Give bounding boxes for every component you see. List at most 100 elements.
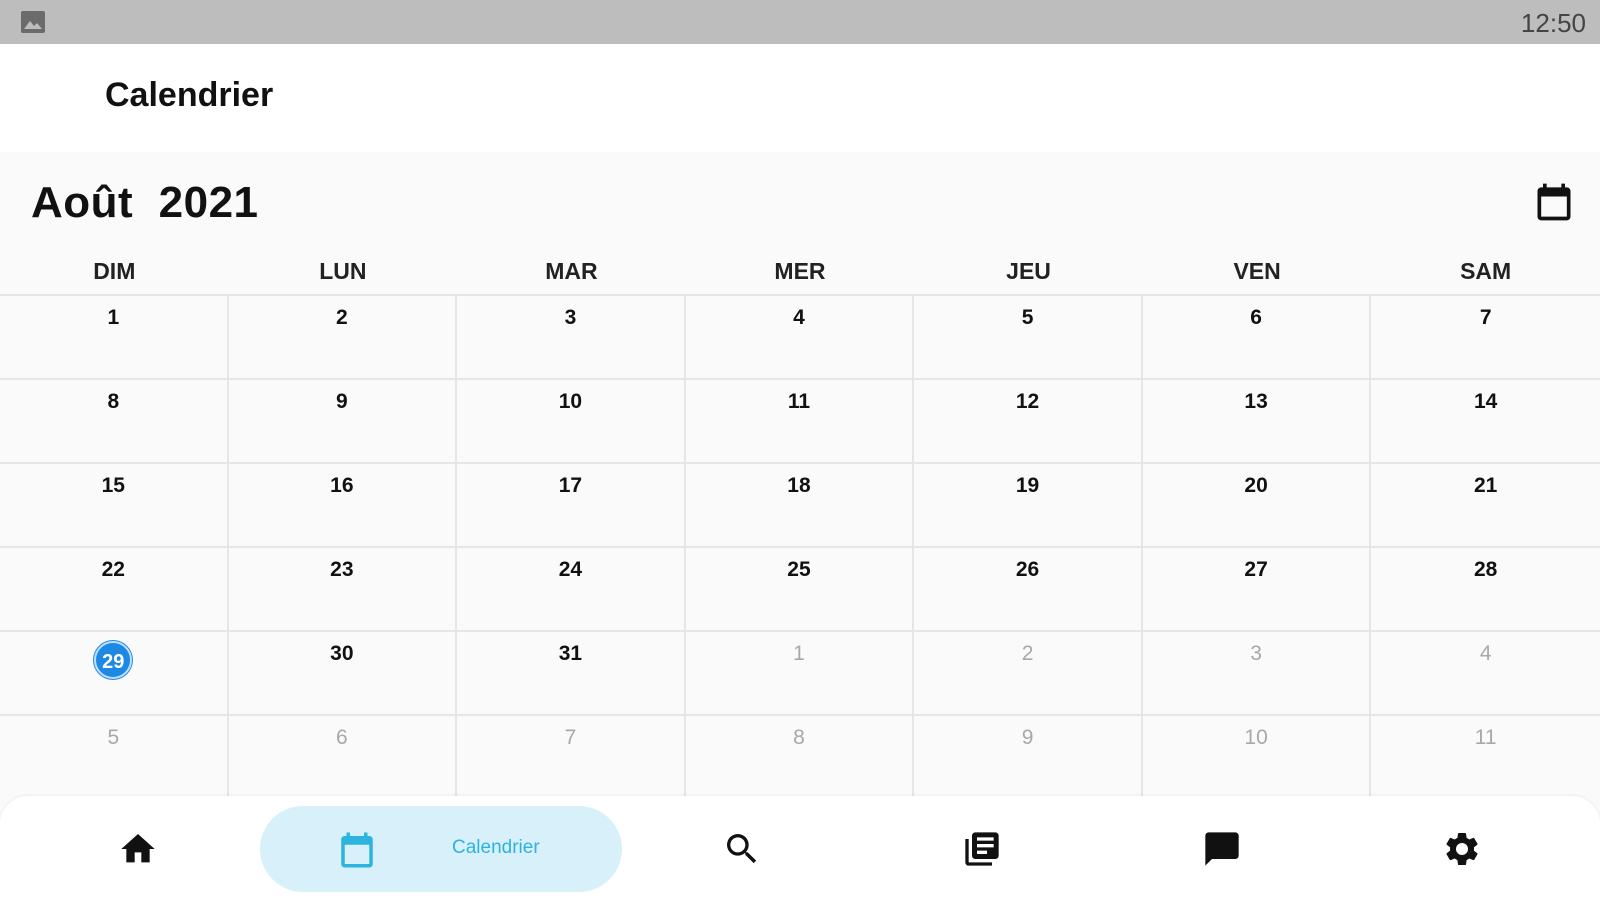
day-cell[interactable]: 27 xyxy=(1143,548,1372,630)
day-number: 28 xyxy=(1473,558,1498,581)
weekday-label: DIM xyxy=(93,258,136,284)
day-cell-other-month[interactable]: 5 xyxy=(0,716,229,800)
library-icon xyxy=(965,832,999,866)
chat-icon xyxy=(1205,832,1239,866)
nav-messages[interactable] xyxy=(1182,806,1262,892)
day-number: 7 xyxy=(564,726,577,749)
day-number: 26 xyxy=(1015,558,1040,581)
home-icon xyxy=(121,834,155,863)
calendar-icon xyxy=(341,832,373,868)
week-row: 1 2 3 4 5 6 7 xyxy=(0,296,1600,380)
day-cell[interactable]: 5 xyxy=(914,296,1143,378)
day-number: 21 xyxy=(1473,474,1498,497)
day-cell[interactable]: 3 xyxy=(457,296,686,378)
day-cell[interactable]: 31 xyxy=(457,632,686,714)
status-time: 12:50 xyxy=(1520,8,1586,38)
week-row: 5 6 7 8 9 10 11 xyxy=(0,716,1600,800)
day-cell-other-month[interactable]: 9 xyxy=(914,716,1143,800)
day-cell[interactable]: 1 xyxy=(0,296,229,378)
day-cell[interactable]: 17 xyxy=(457,464,686,546)
day-number: 4 xyxy=(1479,642,1492,665)
day-number: 2 xyxy=(1021,642,1034,665)
day-number: 6 xyxy=(336,726,348,749)
day-cell[interactable]: 21 xyxy=(1371,464,1600,546)
day-number: 24 xyxy=(558,558,583,581)
day-number: 14 xyxy=(1473,390,1498,413)
page-title: Calendrier xyxy=(105,76,274,114)
day-cell[interactable]: 7 xyxy=(1371,296,1600,378)
bottom-navigation: Calendrier xyxy=(0,796,1600,900)
weekday-label: SAM xyxy=(1460,258,1512,284)
weekday-header-row: DIM LUN MAR MER JEU VEN SAM xyxy=(0,248,1600,294)
calendar-icon[interactable] xyxy=(1532,180,1576,224)
week-row: 15 16 17 18 19 20 21 xyxy=(0,464,1600,548)
day-number: 3 xyxy=(564,306,577,329)
day-cell[interactable]: 22 xyxy=(0,548,229,630)
day-cell[interactable]: 14 xyxy=(1371,380,1600,462)
month-title[interactable]: Août 2021 xyxy=(31,178,259,228)
weekday-label: LUN xyxy=(319,258,367,284)
day-cell[interactable]: 6 xyxy=(1143,296,1372,378)
day-cell[interactable]: 8 xyxy=(0,380,229,462)
day-cell[interactable]: 25 xyxy=(686,548,915,630)
day-number: 11 xyxy=(1474,726,1497,749)
day-number: 1 xyxy=(107,306,120,329)
week-row: 8 9 10 11 12 13 14 xyxy=(0,380,1600,464)
day-cell[interactable]: 20 xyxy=(1143,464,1372,546)
weekday-label: MAR xyxy=(545,258,598,284)
day-cell[interactable]: 13 xyxy=(1143,380,1372,462)
day-number: 27 xyxy=(1244,558,1268,581)
day-cell-other-month[interactable]: 10 xyxy=(1143,716,1372,800)
day-cell[interactable]: 12 xyxy=(914,380,1143,462)
day-cell-other-month[interactable]: 11 xyxy=(1371,716,1600,800)
day-number: 4 xyxy=(793,306,805,329)
day-number: 15 xyxy=(101,474,125,497)
day-cell[interactable]: 18 xyxy=(686,464,915,546)
day-cell[interactable]: 26 xyxy=(914,548,1143,630)
day-cell[interactable]: 30 xyxy=(229,632,458,714)
day-number: 16 xyxy=(330,474,354,497)
day-cell-other-month[interactable]: 1 xyxy=(686,632,915,714)
week-row: 29 30 31 1 2 3 4 xyxy=(0,632,1600,716)
day-number: 23 xyxy=(330,558,354,581)
day-number: 3 xyxy=(1250,642,1262,665)
day-cell[interactable]: 10 xyxy=(457,380,686,462)
day-cell-other-month[interactable]: 4 xyxy=(1371,632,1600,714)
nav-calendar[interactable]: Calendrier xyxy=(260,806,622,892)
day-number: 2 xyxy=(336,306,348,329)
day-number: 22 xyxy=(101,558,125,581)
day-cell[interactable]: 24 xyxy=(457,548,686,630)
day-number: 8 xyxy=(793,726,805,749)
day-number: 13 xyxy=(1244,390,1268,413)
day-cell[interactable]: 15 xyxy=(0,464,229,546)
weekday-label: JEU xyxy=(1006,258,1051,284)
day-cell-other-month[interactable]: 2 xyxy=(914,632,1143,714)
day-cell-other-month[interactable]: 8 xyxy=(686,716,915,800)
nav-home[interactable] xyxy=(98,806,178,892)
search-icon xyxy=(727,834,757,864)
day-cell[interactable]: 11 xyxy=(686,380,915,462)
weekday-label: MER xyxy=(774,258,826,284)
day-number: 20 xyxy=(1244,474,1268,497)
nav-search[interactable] xyxy=(702,806,782,892)
nav-settings[interactable] xyxy=(1422,806,1502,892)
day-number: 9 xyxy=(1021,726,1034,749)
day-number: 9 xyxy=(336,390,348,413)
day-cell-other-month[interactable]: 7 xyxy=(457,716,686,800)
app-root: 12:50 Calendrier Août 2021 DIM LUN MAR MER J… xyxy=(0,0,1600,900)
nav-library[interactable] xyxy=(942,806,1022,892)
day-cell[interactable]: 23 xyxy=(229,548,458,630)
month-header: Août 2021 xyxy=(0,152,1600,248)
day-cell[interactable]: 9 xyxy=(229,380,458,462)
day-number: 12 xyxy=(1015,390,1040,413)
day-cell[interactable]: 16 xyxy=(229,464,458,546)
day-cell-today[interactable]: 29 xyxy=(0,632,229,714)
day-cell[interactable]: 28 xyxy=(1371,548,1600,630)
day-cell[interactable]: 4 xyxy=(686,296,915,378)
day-cell[interactable]: 19 xyxy=(914,464,1143,546)
day-number: 8 xyxy=(107,390,120,413)
day-cell-other-month[interactable]: 3 xyxy=(1143,632,1372,714)
day-cell-other-month[interactable]: 6 xyxy=(229,716,458,800)
day-number: 10 xyxy=(558,390,583,413)
day-cell[interactable]: 2 xyxy=(229,296,458,378)
